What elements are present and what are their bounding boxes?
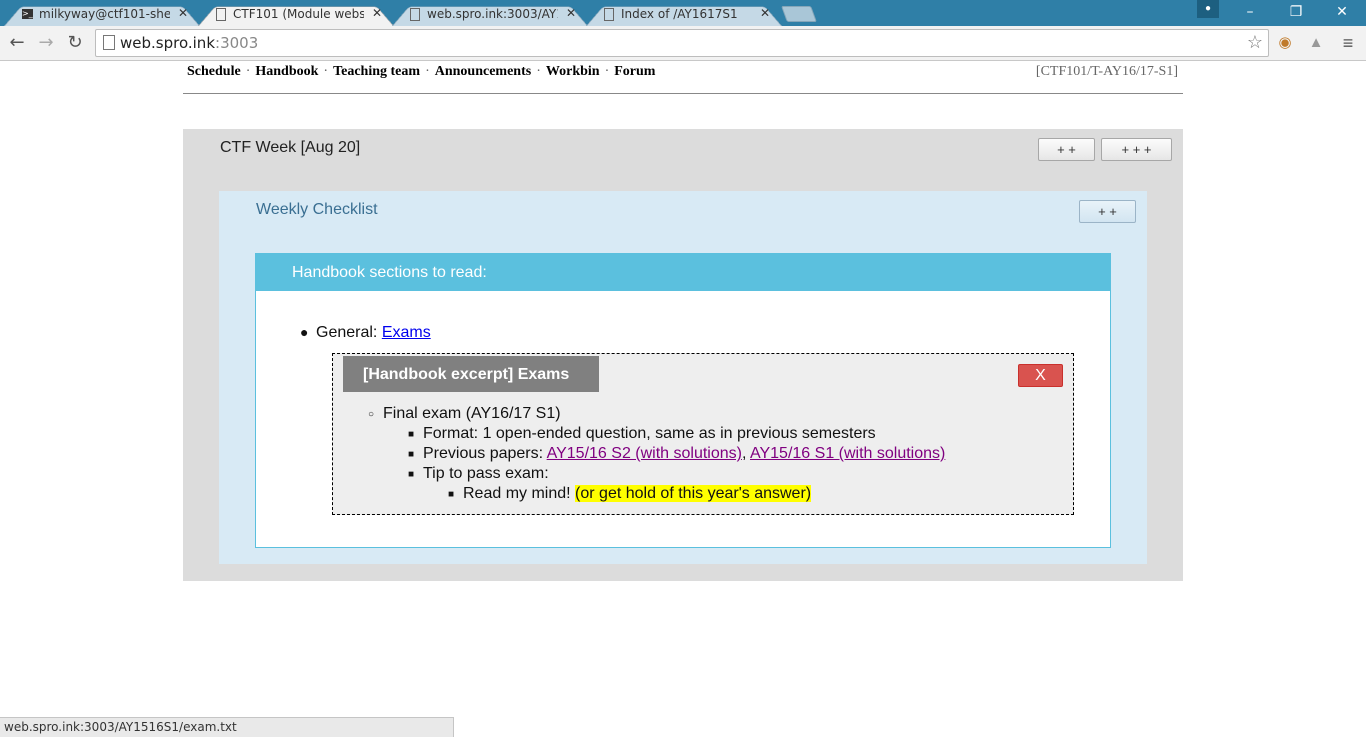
list-item: ■ Format: 1 open-ended question, same as … [408, 424, 876, 444]
profile-icon[interactable]: ● [1197, 0, 1219, 18]
nav-separator: · [425, 64, 430, 79]
course-code: [CTF101/T-AY16/17-S1] [1035, 64, 1178, 79]
square-bullet-icon: ■ [408, 449, 415, 460]
cookie-extension-icon[interactable]: ◉ [1275, 33, 1295, 53]
page-icon [604, 8, 614, 21]
browser-tab-exam-file[interactable]: web.spro.ink:3003/AY1516 ✕ [392, 2, 588, 26]
week-title: CTF Week [Aug 20] [220, 139, 361, 156]
status-url: web.spro.ink:3003/AY1516S1/exam.txt [4, 720, 237, 734]
close-icon[interactable]: ✕ [566, 6, 576, 20]
status-bar: web.spro.ink:3003/AY1516S1/exam.txt [0, 717, 454, 737]
expand-all-button[interactable]: + + + [1101, 138, 1172, 161]
circle-bullet-icon: ○ [368, 409, 375, 420]
nav-separator: · [245, 64, 251, 79]
list-item: ● General: Exams [300, 324, 431, 342]
checklist-expand-button[interactable]: + + [1079, 200, 1136, 223]
minimize-icon[interactable]: – [1227, 0, 1273, 24]
paper-link-s1[interactable]: AY15/16 S1 (with solutions) [750, 445, 945, 462]
exams-link[interactable]: Exams [382, 324, 431, 341]
list-item: ■ Tip to pass exam: [408, 464, 549, 484]
site-nav: Schedule · Handbook · Teaching team · Announce… [187, 64, 655, 80]
close-button[interactable]: X [1018, 364, 1063, 387]
bullet-icon: ● [300, 324, 309, 340]
bookmark-star-icon[interactable]: ☆ [1247, 32, 1263, 52]
browser-tab-module-website[interactable]: CTF101 (Module website) ✕ [198, 2, 394, 26]
divider [183, 93, 1183, 94]
window-close-icon[interactable]: ✕ [1319, 0, 1365, 24]
handbook-sections-box: Handbook sections to read: ● General: Exa… [255, 253, 1111, 548]
nav-schedule[interactable]: Schedule [187, 64, 241, 79]
excerpt-title: [Handbook excerpt] Exams [343, 356, 599, 392]
square-bullet-icon: ■ [448, 489, 455, 500]
restore-icon[interactable]: ❐ [1273, 0, 1319, 24]
nav-separator: · [536, 64, 541, 79]
handbook-sections-header: Handbook sections to read: [256, 254, 1110, 291]
handbook-excerpt: [Handbook excerpt] Exams X ○ Final exam (… [332, 353, 1074, 515]
highlighted-text: (or get hold of this year's answer) [575, 485, 812, 502]
nav-teaching-team[interactable]: Teaching team [333, 64, 420, 79]
browser-tab-terminal[interactable]: >_ milkyway@ctf101-shell: ~ ✕ [4, 2, 200, 26]
back-icon[interactable]: ← [6, 32, 28, 54]
general-label: General: [316, 324, 382, 341]
page-icon [103, 35, 115, 50]
browser-tab-index[interactable]: Index of /AY1617S1 ✕ [586, 2, 782, 26]
list-item: ■ Read my mind! (or get hold of this year… [448, 484, 812, 504]
terminal-icon: >_ [22, 9, 33, 19]
tab-label: web.spro.ink:3003/AY1516 [427, 7, 558, 21]
close-icon[interactable]: ✕ [372, 6, 382, 20]
address-bar[interactable]: web.spro.ink:3003 ☆ [95, 29, 1269, 57]
browser-toolbar: ← → ↻ web.spro.ink:3003 ☆ ◉ ▲ ≡ [0, 26, 1366, 61]
square-bullet-icon: ■ [408, 429, 415, 440]
browser-tab-strip: >_ milkyway@ctf101-shell: ~ ✕ CTF101 (Mo… [0, 0, 1366, 26]
handbook-sections-title: Handbook sections to read: [292, 264, 487, 281]
list-item: ■ Previous papers: AY15/16 S2 (with solut… [408, 444, 945, 464]
address-url: web.spro.ink:3003 [120, 34, 259, 52]
list-item: ○ Final exam (AY16/17 S1) [368, 404, 561, 424]
week-panel: CTF Week [Aug 20] + + + + + Weekly Check… [183, 129, 1183, 581]
reload-icon[interactable]: ↻ [64, 32, 86, 54]
nav-forum[interactable]: Forum [614, 64, 655, 79]
nav-handbook[interactable]: Handbook [255, 64, 318, 79]
nav-workbin[interactable]: Workbin [546, 64, 600, 79]
tab-label: CTF101 (Module website) [233, 7, 364, 21]
drive-extension-icon[interactable]: ▲ [1306, 33, 1326, 53]
expand-button[interactable]: + + [1038, 138, 1095, 161]
paper-link-s2[interactable]: AY15/16 S2 (with solutions) [547, 445, 742, 462]
nav-announcements[interactable]: Announcements [435, 64, 531, 79]
new-tab-button[interactable] [781, 6, 817, 22]
menu-icon[interactable]: ≡ [1338, 33, 1358, 53]
close-icon[interactable]: ✕ [760, 6, 770, 20]
page-icon [216, 8, 226, 21]
page-icon [410, 8, 420, 21]
tab-label: Index of /AY1617S1 [621, 7, 738, 21]
square-bullet-icon: ■ [408, 469, 415, 480]
weekly-checklist-panel: Weekly Checklist + + Handbook sections t… [219, 191, 1147, 564]
nav-separator: · [323, 64, 329, 79]
checklist-title: Weekly Checklist [256, 201, 378, 218]
tab-label: milkyway@ctf101-shell: ~ [39, 7, 170, 21]
nav-separator: · [604, 64, 610, 79]
close-icon[interactable]: ✕ [178, 6, 188, 20]
forward-icon[interactable]: → [35, 32, 57, 54]
